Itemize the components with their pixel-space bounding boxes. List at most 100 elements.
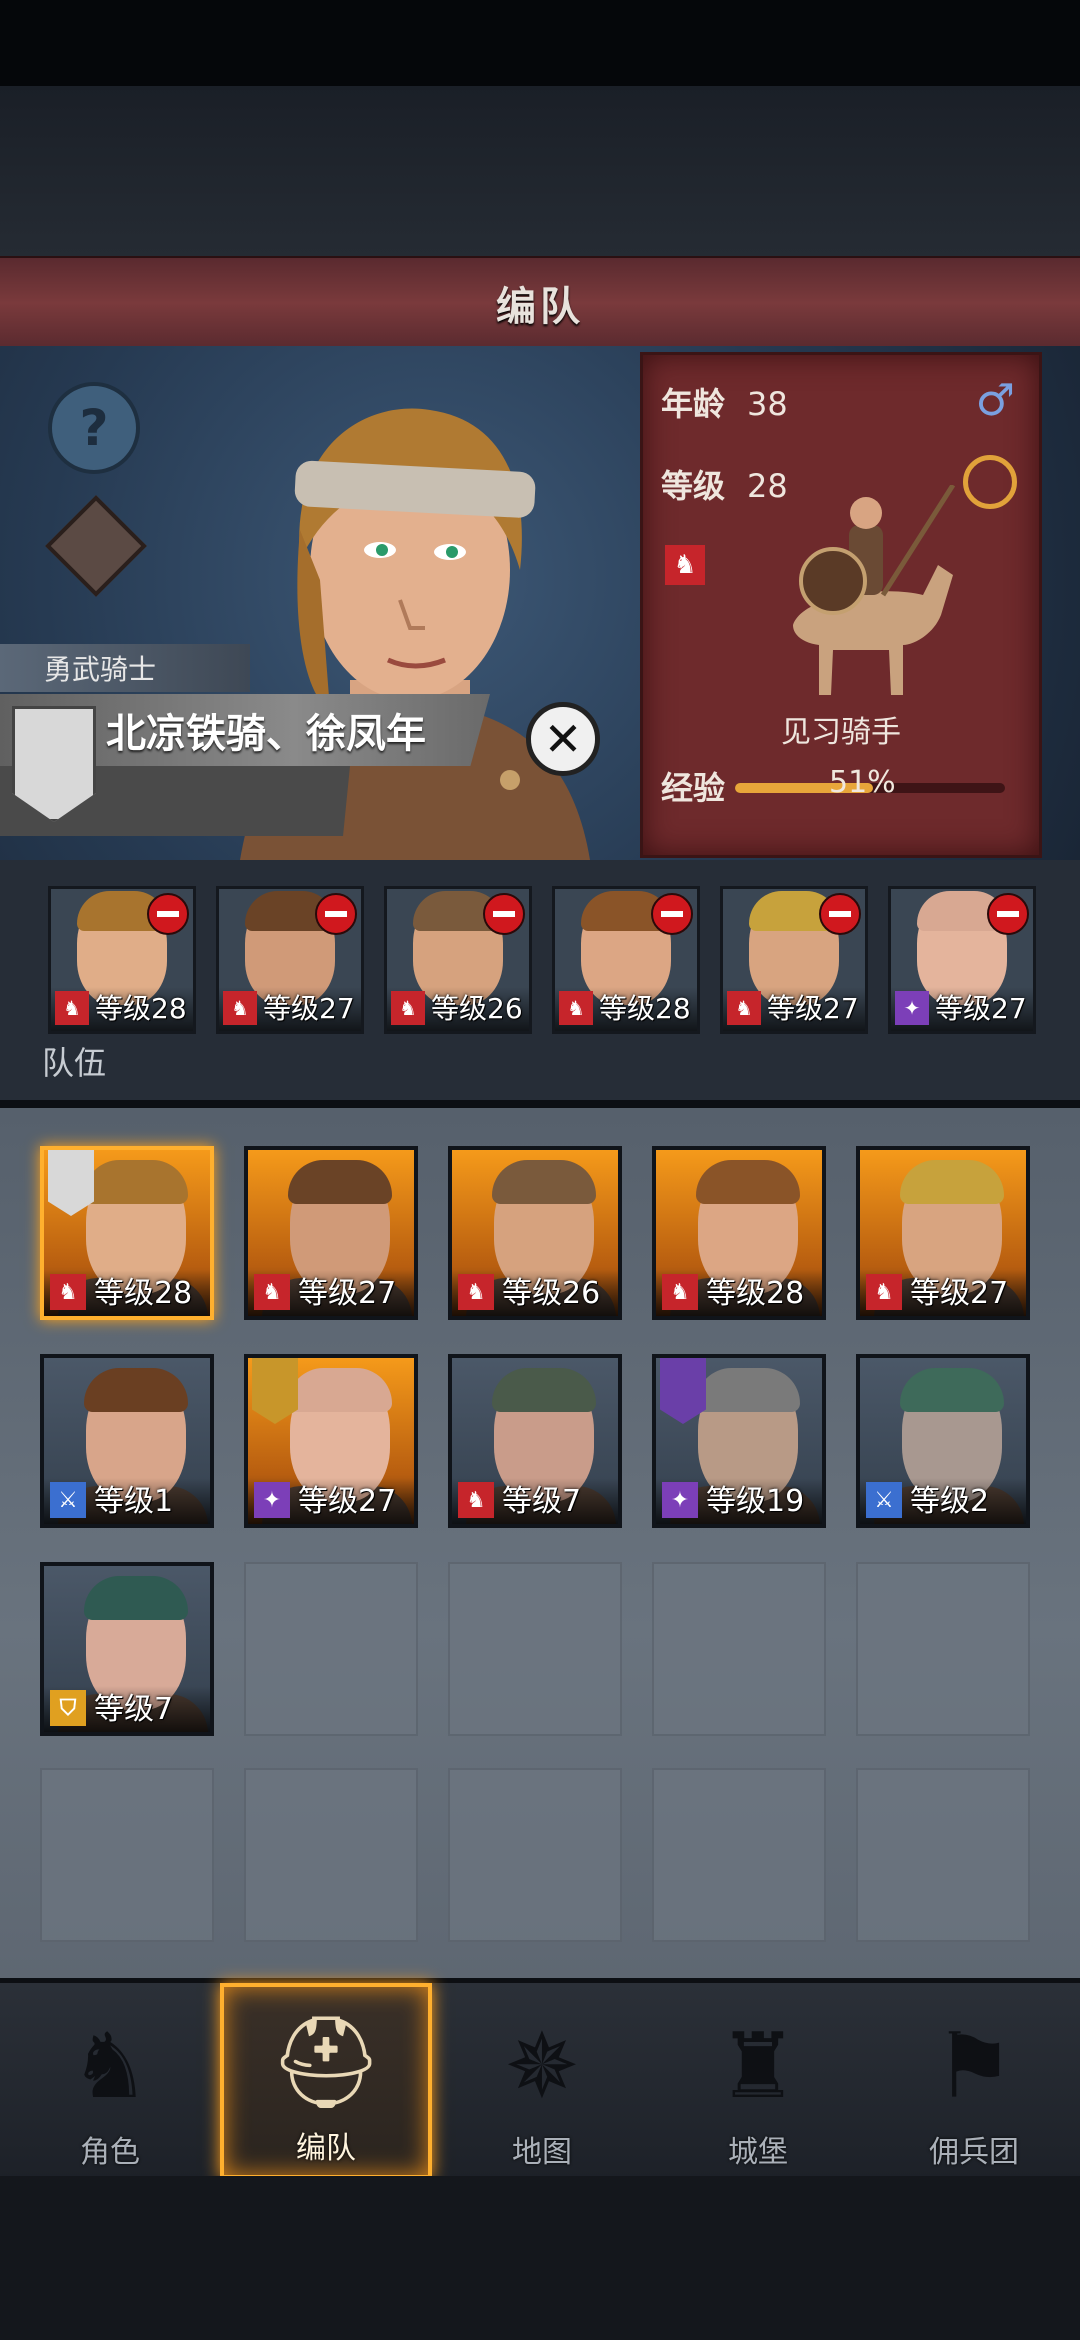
nav-tab[interactable]: ✵ 地图: [436, 1983, 648, 2179]
roster-card[interactable]: ⛉ 等级7: [40, 1562, 214, 1736]
cavalry-icon: ♞: [559, 991, 593, 1025]
team-strip: ♞ 等级28 ♞ 等级27 ♞ 等级26 ♞ 等级28 ♞ 等级27 ✦ 等级27: [0, 860, 1080, 1100]
remove-member-icon[interactable]: [315, 893, 357, 935]
cavalry-icon: ♞: [391, 991, 425, 1025]
unit-level: 等级19: [706, 1484, 805, 1519]
unit-hair: [492, 1368, 596, 1412]
roster-card[interactable]: ♞ 等级28: [652, 1146, 826, 1320]
roster-card[interactable]: ✦ 等级27: [244, 1354, 418, 1528]
mage-icon: ✦: [895, 991, 929, 1025]
roster-card[interactable]: ♞ 等级27: [244, 1146, 418, 1320]
class-label: 勇武骑士: [0, 644, 250, 692]
roster-grid: ♞ 等级28 ♞ 等级27 ♞ 等级26 ♞ 等级28 ♞ 等级27 ⚔ 等级1 ✦ 等级27 ♞ 等级7 ✦ 等…: [0, 1108, 1080, 1978]
nav-tab[interactable]: ♜ 城堡: [652, 1983, 864, 2179]
remove-member-icon[interactable]: [147, 893, 189, 935]
unit-level: 等级28: [94, 1276, 193, 1311]
team-member-slot[interactable]: ♞ 等级28: [552, 886, 700, 1034]
unit-level: 等级1: [94, 1484, 174, 1519]
exp-value: 51%: [829, 765, 896, 800]
knight-icon: ♞: [69, 2013, 151, 2119]
unit-hair: [900, 1160, 1004, 1204]
status-bar: [0, 0, 1080, 86]
empty-slot: [448, 1562, 622, 1736]
member-level: 等级27: [767, 992, 859, 1025]
empty-slot: [244, 1768, 418, 1942]
remove-hero-button[interactable]: ✕: [526, 702, 600, 776]
roster-card[interactable]: ⚔ 等级2: [856, 1354, 1030, 1528]
ring-icon: [963, 455, 1017, 509]
cavalry-icon: ♞: [665, 545, 705, 585]
level-label: 等级: [661, 467, 726, 505]
nav-tab[interactable]: ⚑ 佣兵团: [868, 1983, 1080, 2179]
empty-slot: [244, 1562, 418, 1736]
hero-name: 北凉铁骑、徐凤年: [106, 711, 426, 757]
age-row: 年龄 38: [661, 379, 788, 425]
nav-tab-label: 地图: [512, 2135, 572, 2170]
page-title: 编队: [496, 284, 584, 330]
age-value: 38: [747, 385, 788, 423]
unit-hair: [288, 1160, 392, 1204]
empty-slot: [448, 1768, 622, 1942]
nav-tab[interactable]: ⛑ 编队: [220, 1983, 432, 2179]
sword-icon: ⚔: [866, 1482, 902, 1518]
nav-tab-label: 佣兵团: [929, 2135, 1019, 2170]
unit-hair: [696, 1160, 800, 1204]
cavalry-icon: ♞: [458, 1482, 494, 1518]
unit-hair: [696, 1368, 800, 1412]
team-member-slot[interactable]: ♞ 等级28: [48, 886, 196, 1034]
roster-card[interactable]: ♞ 等级28: [40, 1146, 214, 1320]
class-label-text: 勇武骑士: [44, 653, 157, 686]
team-member-slot[interactable]: ♞ 等级27: [720, 886, 868, 1034]
cavalry-icon: ♞: [254, 1274, 290, 1310]
helmet-icon: ⛑: [268, 2009, 384, 2115]
empty-slot: [652, 1562, 826, 1736]
team-member-slot[interactable]: ✦ 等级27: [888, 886, 1036, 1034]
unit-hair: [492, 1160, 596, 1204]
team-label: 队伍: [42, 1044, 107, 1082]
remove-member-icon[interactable]: [651, 893, 693, 935]
compass-icon: ✵: [504, 2013, 580, 2119]
roster-card[interactable]: ✦ 等级19: [652, 1354, 826, 1528]
empty-slot: [40, 1768, 214, 1942]
unit-level: 等级2: [910, 1484, 990, 1519]
team-member-slot[interactable]: ♞ 等级27: [216, 886, 364, 1034]
unit-level: 等级28: [706, 1276, 805, 1311]
title-bar: 编队: [0, 256, 1080, 350]
cavalry-icon: ♞: [50, 1274, 86, 1310]
banner-icon: ⚑: [933, 2013, 1015, 2119]
top-band: [0, 86, 1080, 256]
member-level: 等级27: [935, 992, 1027, 1025]
cavalry-icon: ♞: [55, 991, 89, 1025]
unit-level: 等级27: [298, 1276, 397, 1311]
remove-member-icon[interactable]: [819, 893, 861, 935]
roster-card[interactable]: ♞ 等级27: [856, 1146, 1030, 1320]
nav-tab[interactable]: ♞ 角色: [4, 1983, 216, 2179]
roster-card[interactable]: ♞ 等级7: [448, 1354, 622, 1528]
empty-slot: [652, 1768, 826, 1942]
castle-icon: ♜: [717, 2013, 799, 2119]
profile-diamond-icon[interactable]: [45, 495, 147, 597]
team-member-slot[interactable]: ♞ 等级26: [384, 886, 532, 1034]
exp-label: 经验: [661, 769, 726, 807]
remove-member-icon[interactable]: [483, 893, 525, 935]
member-level: 等级28: [599, 992, 691, 1025]
remove-member-icon[interactable]: [987, 893, 1029, 935]
unit-level: 等级27: [298, 1484, 397, 1519]
unit-level: 等级7: [94, 1692, 174, 1727]
unit-hair: [288, 1368, 392, 1412]
stats-card: 年龄 38 ♂ 等级 28 ♞ 见习骑手 经验 51%: [640, 352, 1042, 858]
cavalry-icon: ♞: [223, 991, 257, 1025]
age-label: 年龄: [661, 385, 726, 423]
bottom-nav: ♞ 角色 ⛑ 编队 ✵ 地图 ♜ 城堡 ⚑ 佣兵团: [0, 1980, 1080, 2179]
unit-name: 见习骑手: [781, 715, 901, 750]
unit-hair: [900, 1368, 1004, 1412]
question-mark-icon: ?: [79, 399, 109, 457]
close-icon: ✕: [543, 712, 583, 766]
mage-icon: ✦: [662, 1482, 698, 1518]
nav-tab-label: 城堡: [728, 2135, 788, 2170]
unit-level: 等级26: [502, 1276, 601, 1311]
roster-card[interactable]: ♞ 等级26: [448, 1146, 622, 1320]
help-button[interactable]: ?: [48, 382, 140, 474]
unit-hair: [84, 1160, 188, 1204]
roster-card[interactable]: ⚔ 等级1: [40, 1354, 214, 1528]
